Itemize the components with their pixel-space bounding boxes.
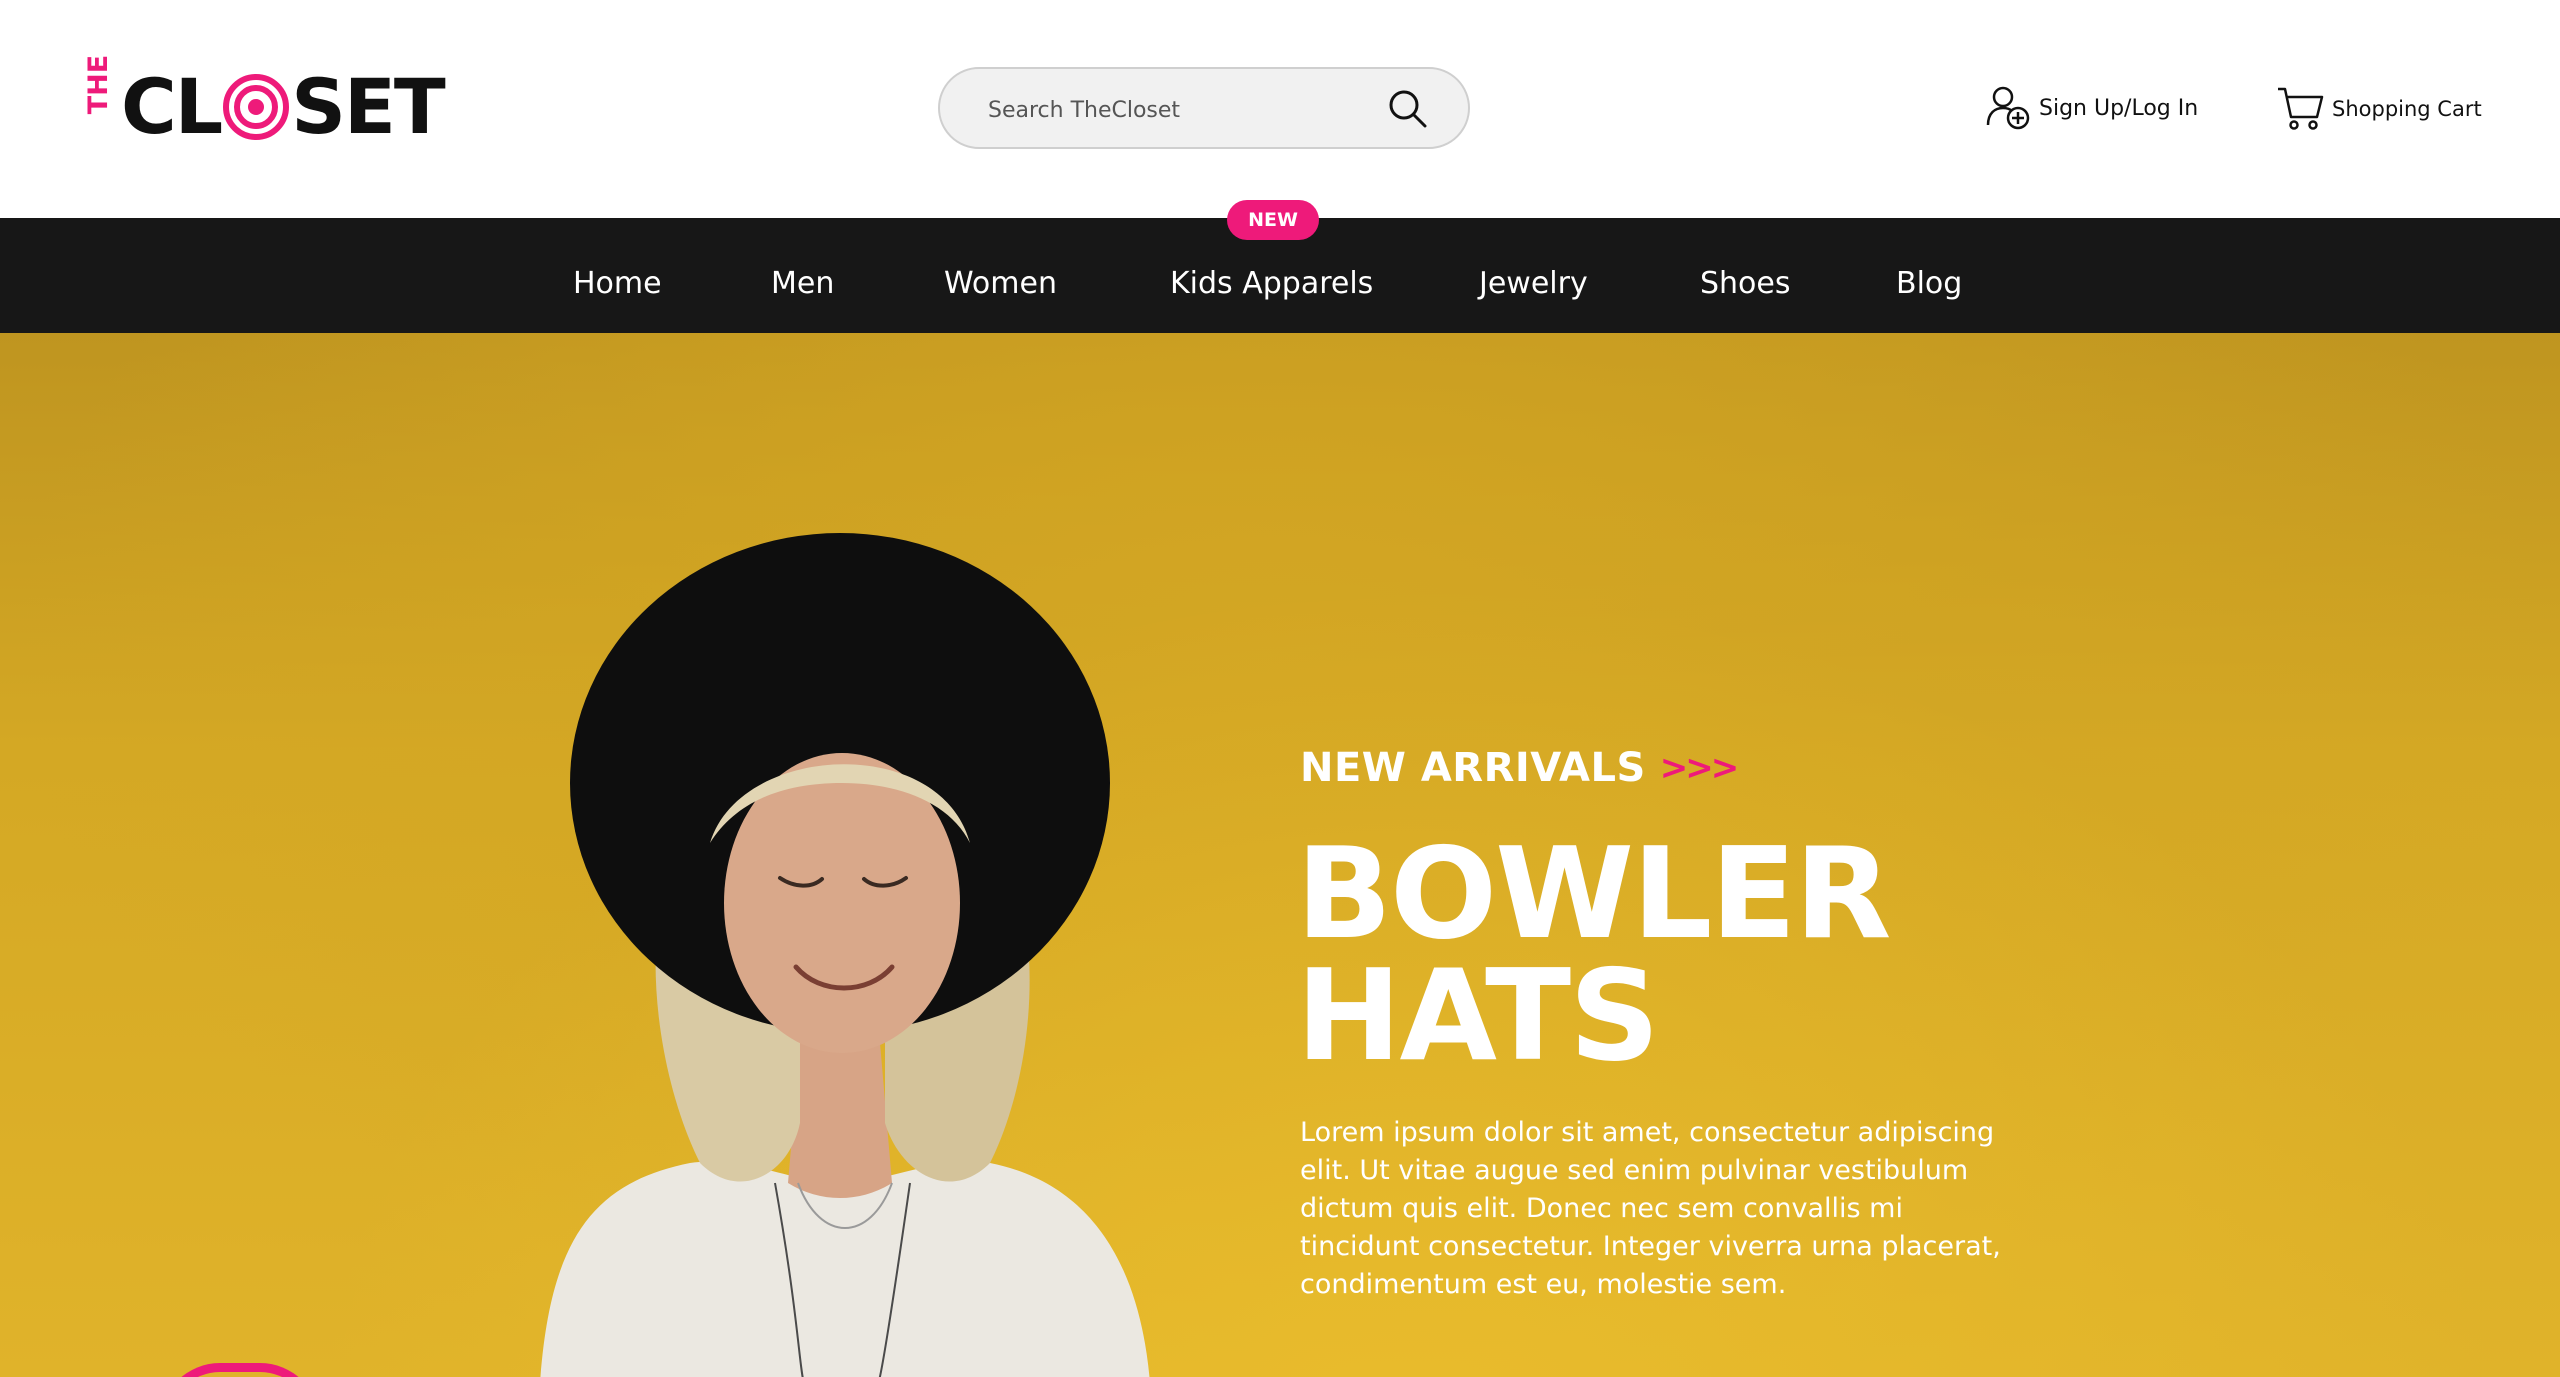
user-add-icon <box>1986 86 2030 130</box>
shopping-cart-label: Shopping Cart <box>2332 97 2482 121</box>
nav-item-blog[interactable]: Blog <box>1896 218 1962 333</box>
logo-the-text: THE <box>83 54 115 115</box>
hero-eyebrow: NEW ARRIVALS >>> <box>1300 745 1739 791</box>
hero-eyebrow-text: NEW ARRIVALS <box>1300 745 1646 791</box>
nav-item-men[interactable]: Men <box>771 218 834 333</box>
hero-headline-line2: HATS <box>1296 942 1660 1089</box>
sign-up-login-label: Sign Up/Log In <box>2039 95 2199 121</box>
shopping-cart-icon <box>2278 87 2324 130</box>
logo-word-start: CL <box>121 62 223 151</box>
nav-item-home[interactable]: Home <box>573 218 662 333</box>
sign-up-login-link[interactable]: Sign Up/Log In <box>1985 85 2198 131</box>
hero-description: Lorem ipsum dolor sit amet, consectetur … <box>1300 1117 2001 1300</box>
search-input[interactable] <box>986 89 1370 131</box>
site-logo[interactable]: THE CL SET <box>83 54 446 151</box>
search-bar <box>938 67 1470 149</box>
nav-item-jewelry[interactable]: Jewelry <box>1479 218 1588 333</box>
hero-model-image <box>540 533 1150 1377</box>
shopping-cart-link[interactable]: Shopping Cart <box>2276 84 2482 134</box>
arrows-right-icon: >>> <box>1659 748 1739 788</box>
decorative-arc <box>160 1363 320 1377</box>
site-header: THE CL SET Sign Up/Log In <box>0 0 2560 218</box>
logo-wordmark: CL SET <box>121 62 446 151</box>
hero-banner: NEW ARRIVALS >>> BOWLER HATS Lorem ipsum… <box>0 333 2560 1377</box>
search-icon[interactable] <box>1388 89 1428 129</box>
nav-item-shoes[interactable]: Shoes <box>1700 218 1791 333</box>
target-logo-icon <box>223 74 290 140</box>
hero-headline-line1: BOWLER <box>1296 820 1892 967</box>
new-badge: NEW <box>1227 200 1319 240</box>
logo-word-end: SET <box>291 62 445 151</box>
nav-item-women[interactable]: Women <box>944 218 1057 333</box>
hero-headline: BOWLER HATS <box>1296 820 1892 1089</box>
